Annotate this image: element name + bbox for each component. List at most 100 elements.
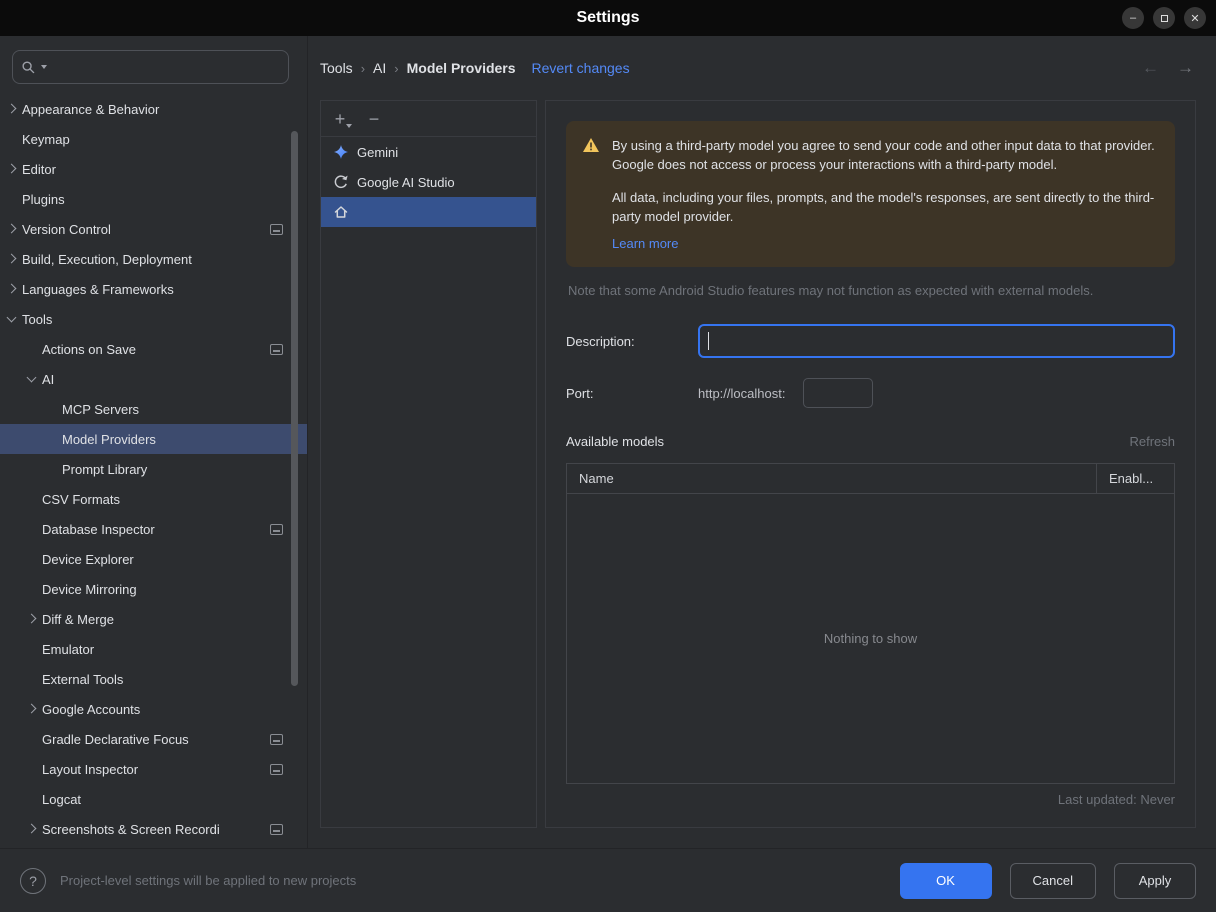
- sidebar-item-label: Keymap: [22, 131, 70, 147]
- sidebar-item-label: Prompt Library: [62, 461, 148, 477]
- sidebar-item-device-explorer[interactable]: Device Explorer: [0, 544, 307, 574]
- remove-provider-button[interactable]: −: [365, 110, 383, 128]
- forward-arrow-icon[interactable]: →: [1177, 58, 1194, 78]
- chevron-right-icon[interactable]: [2, 221, 22, 237]
- sidebar-scrollbar[interactable]: [291, 131, 298, 686]
- footer-note: Project-level settings will be applied t…: [60, 873, 357, 888]
- minimize-button[interactable]: –: [1122, 7, 1144, 29]
- sidebar-item-ai[interactable]: AI: [0, 364, 307, 394]
- chevron-right-icon[interactable]: [22, 701, 42, 717]
- search-options-chevron-icon[interactable]: [41, 65, 47, 69]
- breadcrumb-item-model-providers[interactable]: Model Providers: [407, 60, 516, 76]
- sidebar-item-external-tools[interactable]: External Tools: [0, 664, 307, 694]
- external-models-note: Note that some Android Studio features m…: [568, 283, 1094, 299]
- warning-icon: [582, 137, 600, 156]
- chevron-right-icon[interactable]: [22, 611, 42, 627]
- sidebar-item-screenshots-screen-recordi[interactable]: Screenshots & Screen Recordi: [0, 814, 307, 844]
- sidebar-item-csv-formats[interactable]: CSV Formats: [0, 484, 307, 514]
- sidebar-item-device-mirroring[interactable]: Device Mirroring: [0, 574, 307, 604]
- provider-item-google-ai-studio[interactable]: Google AI Studio: [321, 167, 536, 197]
- project-settings-icon: [270, 343, 283, 355]
- sidebar-item-tools[interactable]: Tools: [0, 304, 307, 334]
- breadcrumb-item-ai[interactable]: AI: [373, 60, 386, 76]
- chevron-right-icon[interactable]: [22, 821, 42, 837]
- refresh-button[interactable]: Refresh: [1129, 434, 1175, 449]
- provider-item-gemini[interactable]: Gemini: [321, 137, 536, 167]
- sidebar-item-database-inspector[interactable]: Database Inspector: [0, 514, 307, 544]
- chevron-down-icon[interactable]: [2, 311, 22, 327]
- settings-sidebar: Appearance & Behavior Keymap Editor Plugins…: [0, 36, 308, 848]
- project-settings-icon: [270, 763, 283, 775]
- cancel-button[interactable]: Cancel: [1009, 862, 1096, 899]
- sidebar-item-build-execution-deployment[interactable]: Build, Execution, Deployment: [0, 244, 307, 274]
- ok-button[interactable]: OK: [899, 862, 992, 899]
- providers-toolbar: + −: [321, 101, 536, 137]
- sidebar-item-label: AI: [42, 371, 55, 387]
- models-table-empty-state: Nothing to show: [823, 631, 918, 647]
- sidebar-item-label: Database Inspector: [42, 521, 155, 537]
- provider-item-label: Gemini: [357, 144, 399, 160]
- sidebar-item-logcat[interactable]: Logcat: [0, 784, 307, 814]
- sidebar-item-label: Appearance & Behavior: [22, 101, 160, 117]
- last-updated-text: Last updated: Never: [1057, 792, 1175, 807]
- sidebar-item-keymap[interactable]: Keymap: [0, 124, 307, 154]
- add-provider-button[interactable]: +: [331, 110, 352, 128]
- port-row: Port: http://localhost:: [566, 378, 1175, 409]
- models-table: Name Enabl... Nothing to show: [566, 463, 1175, 784]
- port-input[interactable]: [803, 378, 874, 409]
- provider-item-home[interactable]: [321, 197, 536, 227]
- back-arrow-icon[interactable]: ←: [1142, 58, 1159, 78]
- column-header-enabled[interactable]: Enabl...: [1096, 464, 1174, 494]
- sidebar-item-label: External Tools: [42, 671, 124, 687]
- sidebar-item-mcp-servers[interactable]: MCP Servers: [0, 394, 307, 424]
- settings-tree: Appearance & Behavior Keymap Editor Plugins…: [0, 94, 307, 844]
- sidebar-item-label: Device Mirroring: [42, 581, 137, 597]
- sidebar-item-languages-frameworks[interactable]: Languages & Frameworks: [0, 274, 307, 304]
- sidebar-item-actions-on-save[interactable]: Actions on Save: [0, 334, 307, 364]
- project-settings-icon: [270, 733, 283, 745]
- sidebar-item-version-control[interactable]: Version Control: [0, 214, 307, 244]
- sidebar-item-model-providers[interactable]: Model Providers: [0, 424, 307, 454]
- warning-paragraph-1: By using a third-party model you agree t…: [612, 138, 1155, 172]
- column-header-name[interactable]: Name: [567, 471, 1096, 486]
- search-input[interactable]: [51, 59, 280, 75]
- sidebar-item-google-accounts[interactable]: Google Accounts: [0, 694, 307, 724]
- sidebar-item-emulator[interactable]: Emulator: [0, 634, 307, 664]
- google-ai-studio-icon: [333, 174, 349, 190]
- breadcrumb-separator: ›: [394, 60, 399, 76]
- description-input[interactable]: [698, 324, 1175, 359]
- revert-changes-link[interactable]: Revert changes: [532, 60, 630, 76]
- chevron-right-icon[interactable]: [2, 251, 22, 267]
- chevron-right-icon[interactable]: [2, 281, 22, 297]
- sidebar-item-diff-merge[interactable]: Diff & Merge: [0, 604, 307, 634]
- chevron-right-icon[interactable]: [2, 161, 22, 177]
- breadcrumb-item-tools[interactable]: Tools: [320, 60, 353, 76]
- window-controls: – ✕: [1122, 7, 1216, 29]
- learn-more-link[interactable]: Learn more: [612, 236, 678, 251]
- apply-button[interactable]: Apply: [1114, 862, 1196, 899]
- sidebar-item-layout-inspector[interactable]: Layout Inspector: [0, 754, 307, 784]
- gemini-icon: [333, 144, 349, 160]
- maximize-button[interactable]: [1153, 7, 1175, 29]
- chevron-right-icon[interactable]: [2, 101, 22, 117]
- sidebar-item-editor[interactable]: Editor: [0, 154, 307, 184]
- chevron-down-icon[interactable]: [22, 371, 42, 387]
- sidebar-item-plugins[interactable]: Plugins: [0, 184, 307, 214]
- sidebar-item-prompt-library[interactable]: Prompt Library: [0, 454, 307, 484]
- sidebar-item-appearance-behavior[interactable]: Appearance & Behavior: [0, 94, 307, 124]
- sidebar-item-gradle-declarative-focus[interactable]: Gradle Declarative Focus: [0, 724, 307, 754]
- providers-panel: + − Gemini Google AI Studio: [320, 100, 537, 828]
- help-button[interactable]: ?: [20, 867, 46, 894]
- close-button[interactable]: ✕: [1184, 7, 1206, 29]
- footer-buttons: OK Cancel Apply: [899, 862, 1196, 899]
- sidebar-item-label: Logcat: [42, 791, 82, 807]
- sidebar-item-label: CSV Formats: [42, 491, 121, 507]
- sidebar-item-label: Version Control: [22, 221, 111, 237]
- search-box[interactable]: [12, 50, 289, 84]
- sidebar-item-label: Layout Inspector: [42, 761, 139, 777]
